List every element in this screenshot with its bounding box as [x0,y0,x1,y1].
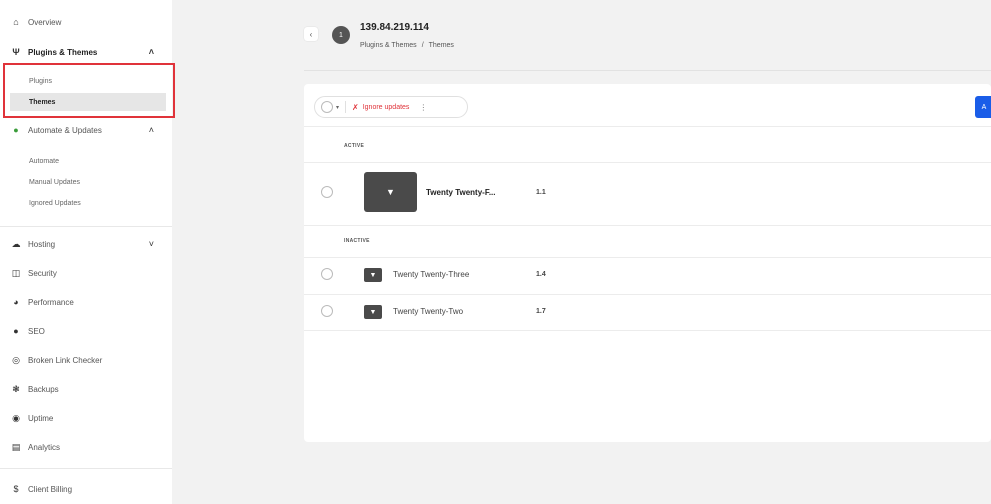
sidebar: ⌂ Overview Ψ Plugins & Themes ˄ Plugins … [0,0,175,504]
chevron-left-icon: ‹ [309,29,313,39]
sidebar-item-label: Hosting [28,239,56,249]
primary-action-label: A [981,103,987,111]
theme-icon: ▼ [386,187,395,197]
theme-version: 1.7 [536,308,546,315]
sidebar-item-hosting[interactable]: ☁ Hosting ˅ [0,232,172,256]
sidebar-divider [0,468,172,469]
sidebar-item-performance[interactable]: ◕ Performance [0,290,172,314]
sidebar-item-label: Client Billing [28,484,73,494]
chevron-up-icon: ˄ [148,125,154,135]
shield-icon: ◫ [11,267,21,278]
highlight-box [3,63,175,118]
themes-panel: ▾ ✗ Ignore updates ⋮ A ACTIVE ▼ Twenty T… [304,84,991,442]
theme-name: Twenty Twenty-Two [393,307,464,316]
breadcrumb-separator: / [421,42,424,49]
row-divider [304,126,991,127]
chevron-up-icon: ˄ [148,47,154,57]
row-checkbox[interactable] [321,186,333,198]
sidebar-subitem-ignored-updates[interactable]: Ignored Updates [10,194,166,212]
sidebar-item-broken-link-checker[interactable]: ◎ Broken Link Checker [0,348,172,372]
sidebar-item-label: SEO [28,326,45,336]
sidebar-item-label: Analytics [28,442,61,452]
sidebar-item-client-billing[interactable]: $ Client Billing [0,477,172,501]
seo-icon: ● [13,326,19,336]
theme-thumbnail: ▼ [364,305,382,319]
theme-icon: ▼ [369,308,377,316]
theme-name: Twenty Twenty-F... [426,188,496,197]
row-checkbox[interactable] [321,268,333,280]
sidebar-subitem-label: Ignored Updates [29,199,81,207]
sidebar-subitem-automate[interactable]: Automate [10,152,166,170]
sidebar-item-label: Uptime [28,413,54,423]
sidebar-item-label: Security [28,268,57,278]
row-divider [304,257,991,258]
row-checkbox[interactable] [321,305,333,317]
sidebar-item-label: Performance [28,297,74,307]
breadcrumb-current: Themes [428,42,454,49]
chart-icon: ▤ [11,441,21,452]
home-icon: ⌂ [13,17,19,27]
site-avatar: 1 [332,26,350,44]
sidebar-item-backups[interactable]: ❃ Backups [0,377,172,401]
globe-icon: ◎ [12,354,20,365]
theme-version: 1.1 [536,189,546,196]
page-title: 139.84.219.114 [360,22,429,33]
sidebar-subitem-label: Manual Updates [29,178,80,186]
sidebar-item-analytics[interactable]: ▤ Analytics [0,435,172,459]
ignore-updates-button[interactable]: ✗ Ignore updates [352,103,409,112]
chevron-down-icon: ˅ [148,239,154,249]
section-label-inactive: INACTIVE [344,238,370,244]
sidebar-item-security[interactable]: ◫ Security [0,261,172,285]
ignore-updates-label: Ignore updates [362,103,410,111]
sidebar-item-overview[interactable]: ⌂ Overview [0,10,172,34]
sidebar-item-plugins-themes[interactable]: Ψ Plugins & Themes ˄ [0,40,172,64]
sidebar-item-label: Overview [28,17,62,27]
row-divider [304,294,991,295]
sidebar-item-automate-updates[interactable]: ● Automate & Updates ˄ [0,118,172,142]
gauge-icon: ◕ [13,297,19,307]
section-label-active: ACTIVE [344,143,365,149]
plug-icon: Ψ [12,47,20,57]
theme-thumbnail: ▼ [364,268,382,282]
dollar-icon: $ [13,484,19,494]
avatar-label: 1 [339,31,343,39]
sidebar-item-label: Broken Link Checker [28,355,103,365]
backup-icon: ❃ [12,383,20,394]
header-divider [304,70,991,71]
cloud-icon: ☁ [11,238,21,249]
sidebar-divider [0,226,172,227]
select-all-checkbox[interactable] [321,101,333,113]
row-divider [304,162,991,163]
sidebar-item-label: Backups [28,384,59,394]
sidebar-item-seo[interactable]: ● SEO [0,319,172,343]
row-divider [304,330,991,331]
primary-action-button[interactable]: A [975,96,991,118]
sidebar-item-label: Automate & Updates [28,125,102,135]
bulk-action-toolbar: ▾ ✗ Ignore updates ⋮ [314,96,468,118]
more-options-icon[interactable]: ⋮ [419,103,427,112]
toolbar-separator [345,101,347,113]
sidebar-item-uptime[interactable]: ◉ Uptime [0,406,172,430]
row-divider [304,225,991,226]
update-icon: ● [13,125,19,135]
breadcrumb-parent[interactable]: Plugins & Themes [360,42,417,49]
caret-down-icon[interactable]: ▾ [336,104,339,111]
theme-name: Twenty Twenty-Three [393,270,470,279]
ignore-icon: ✗ [352,102,359,112]
theme-icon: ▼ [369,271,377,279]
sidebar-subitem-label: Automate [29,157,59,165]
uptime-icon: ◉ [12,412,20,423]
sidebar-subitem-manual-updates[interactable]: Manual Updates [10,173,166,191]
theme-thumbnail: ▼ [364,172,417,212]
theme-version: 1.4 [536,271,546,278]
breadcrumb: Plugins & Themes / Themes [360,42,454,49]
back-button[interactable]: ‹ [304,27,318,41]
sidebar-item-label: Plugins & Themes [28,47,98,57]
